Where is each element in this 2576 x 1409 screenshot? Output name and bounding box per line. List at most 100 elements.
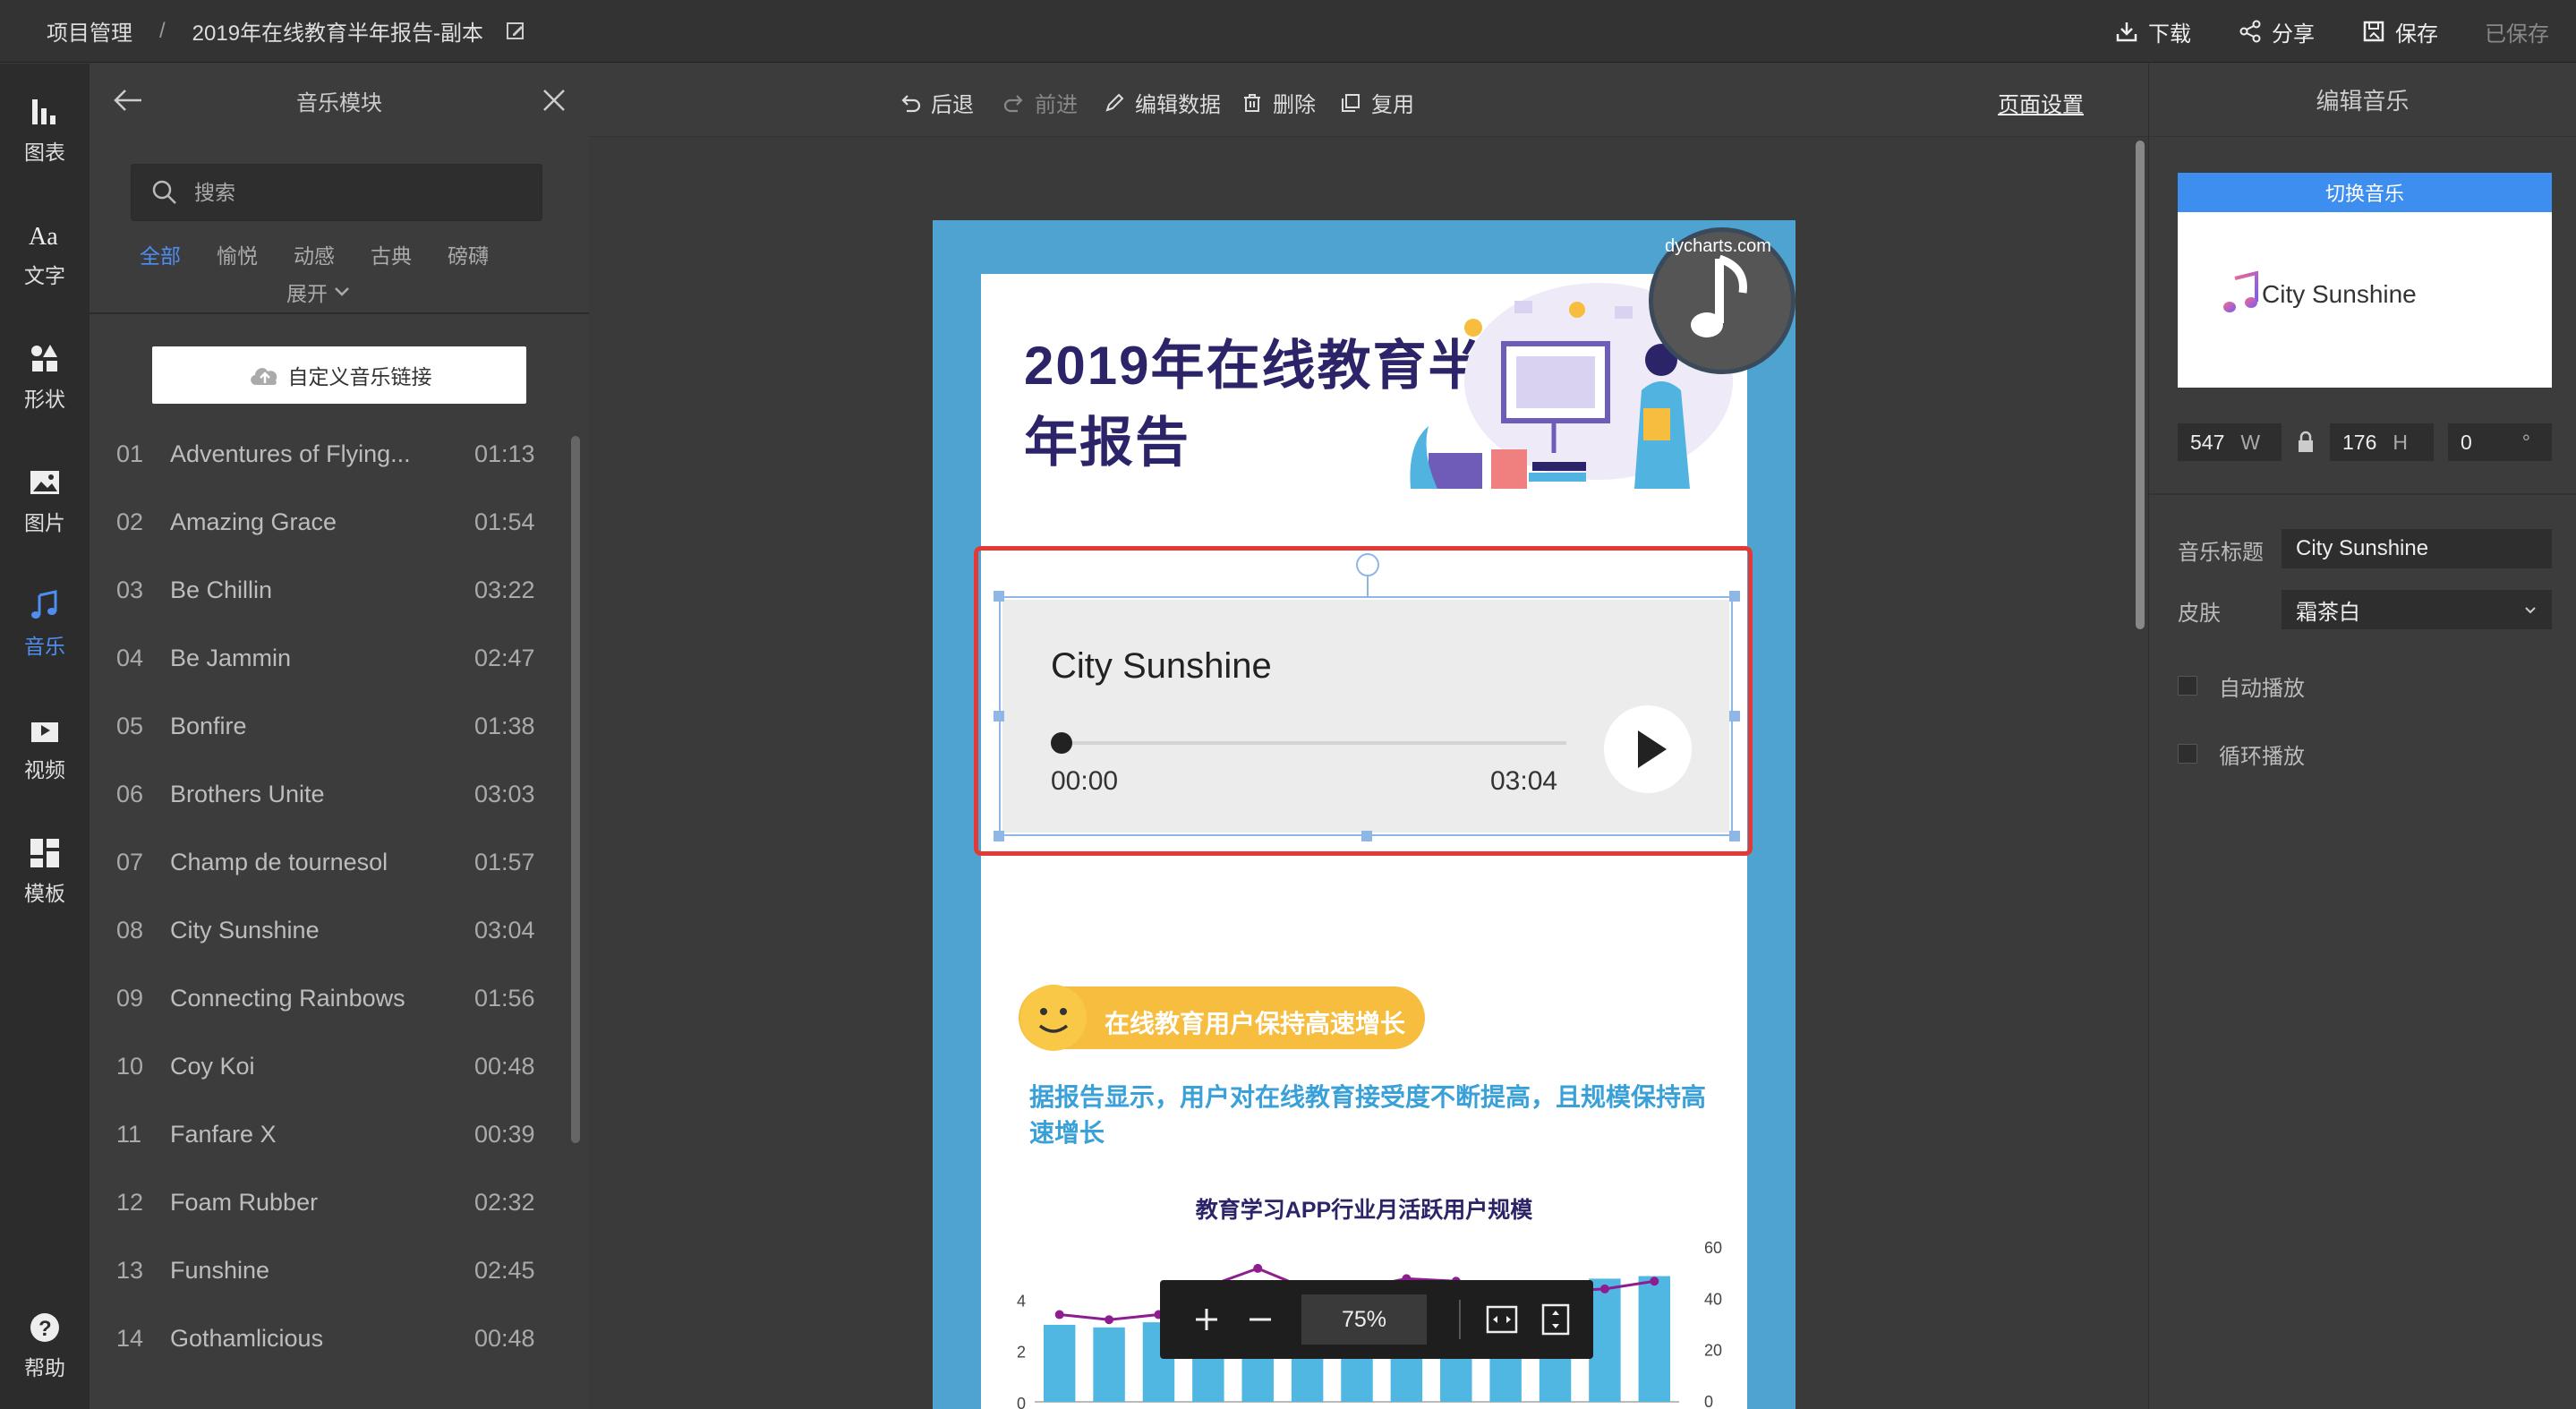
breadcrumb-project-management[interactable]: 项目管理 (47, 15, 132, 47)
skin-select[interactable]: 霜茶白 (2282, 590, 2552, 629)
chevron-down-icon (335, 287, 349, 296)
resize-handle-bottom-left[interactable] (994, 831, 1004, 841)
chart-bar (1589, 1278, 1621, 1402)
expand-categories[interactable]: 展开 (286, 277, 351, 307)
track-item[interactable]: 01 Adventures of Flying... 01:13 (90, 420, 573, 488)
resize-handle-bottom-right[interactable] (1729, 831, 1740, 841)
canvas-scrollbar[interactable] (2136, 141, 2145, 629)
fit-height-button[interactable] (1536, 1300, 1575, 1339)
page-settings-link[interactable]: 页面设置 (1998, 87, 2084, 118)
rail-item-help[interactable]: ? 帮助 (0, 1310, 90, 1408)
track-item[interactable]: 05 Bonfire 01:38 (90, 692, 573, 760)
rail-item-template[interactable]: 模板 (0, 835, 90, 934)
track-name: Champ de tournesol (170, 848, 388, 875)
edit-icon[interactable] (505, 21, 526, 42)
category-dynamic[interactable]: 动感 (294, 239, 335, 269)
track-item[interactable]: 12 Foam Rubber 02:32 (90, 1168, 573, 1236)
breadcrumb-separator: / (159, 18, 166, 43)
chart-line-point (1253, 1263, 1263, 1273)
music-panel-header: 音乐模块 (90, 64, 589, 137)
share-button[interactable]: 分享 (2238, 16, 2315, 47)
report-header: 2019年在线教育半年报告 (981, 274, 1747, 539)
left-rail: 图表 Aa 文字 形状 图片 音乐 视频 模板 ? 帮助 (0, 64, 90, 1409)
music-title-input[interactable]: City Sunshine (2282, 529, 2552, 568)
edit-data-button[interactable]: 编辑数据 (1103, 87, 1221, 118)
y-right-tick-label: 60 (1704, 1239, 1722, 1257)
category-majestic[interactable]: 磅礴 (448, 239, 489, 269)
rail-item-image[interactable]: 图片 (0, 465, 90, 563)
download-button[interactable]: 下载 (2114, 16, 2191, 47)
track-list-scrollbar[interactable] (571, 436, 580, 1143)
chart-bar (1093, 1327, 1125, 1402)
chart-line-point (1650, 1277, 1659, 1286)
track-item[interactable]: 09 Connecting Rainbows 01:56 (90, 964, 573, 1032)
track-item[interactable]: 07 Champ de tournesol 01:57 (90, 828, 573, 896)
track-item[interactable]: 08 City Sunshine 03:04 (90, 896, 573, 964)
zoom-out-button[interactable] (1241, 1300, 1280, 1339)
redo-button[interactable]: 前进 (1002, 87, 1078, 118)
custom-music-link-label: 自定义音乐链接 (287, 365, 432, 389)
fit-width-button[interactable] (1482, 1300, 1522, 1339)
save-button[interactable]: 保存 (2361, 16, 2438, 47)
track-item[interactable]: 04 Be Jammin 02:47 (90, 624, 573, 692)
track-item[interactable]: 11 Fanfare X 00:39 (90, 1100, 573, 1168)
zoom-in-button[interactable] (1187, 1300, 1226, 1339)
track-number: 05 (116, 712, 144, 739)
loop-checkbox[interactable] (2178, 744, 2197, 764)
search-box[interactable] (131, 164, 542, 221)
track-item[interactable]: 10 Coy Koi 00:48 (90, 1032, 573, 1100)
expand-label: 展开 (286, 282, 328, 305)
delete-button[interactable]: 删除 (1241, 87, 1316, 118)
fit-height-icon (1541, 1303, 1570, 1336)
rail-item-text[interactable]: Aa 文字 (0, 218, 90, 316)
track-number: 07 (116, 848, 144, 875)
track-duration: 01:56 (474, 984, 535, 1012)
chart-title[interactable]: 教育学习APP行业月活跃用户规模 (981, 1192, 1747, 1225)
artboard: 2019年在线教育半年报告 City Sunshine 00:00 03:04 … (933, 220, 1796, 1409)
category-joyful[interactable]: 愉悦 (217, 239, 258, 269)
custom-music-link-button[interactable]: 自定义音乐链接 (152, 346, 526, 404)
track-name: Amazing Grace (170, 508, 337, 535)
track-number: 09 (116, 984, 144, 1012)
width-field[interactable]: 547 W (2178, 423, 2282, 461)
rail-item-music[interactable]: 音乐 (0, 588, 90, 687)
undo-label: 后退 (931, 93, 974, 117)
track-item[interactable]: 14 Gothamlicious 00:48 (90, 1304, 573, 1372)
autoplay-checkbox[interactable] (2178, 676, 2197, 696)
resize-handle-bottom[interactable] (1361, 831, 1372, 841)
chart-line-point (1054, 1310, 1064, 1319)
category-all[interactable]: 全部 (140, 239, 181, 269)
lock-icon[interactable] (2296, 431, 2316, 454)
category-classical[interactable]: 古典 (371, 239, 412, 269)
report-sheet: 2019年在线教育半年报告 City Sunshine 00:00 03:04 … (974, 274, 1753, 1409)
rail-item-video[interactable]: 视频 (0, 712, 90, 810)
resize-handle-left[interactable] (994, 711, 1004, 722)
track-item[interactable]: 03 Be Chillin 03:22 (90, 556, 573, 624)
rail-item-chart[interactable]: 图表 (0, 94, 90, 192)
height-field[interactable]: 176 H (2330, 423, 2434, 461)
undo-button[interactable]: 后退 (899, 87, 974, 118)
rotation-handle[interactable] (1356, 553, 1379, 576)
close-icon[interactable] (541, 87, 567, 114)
track-item[interactable]: 02 Amazing Grace 01:54 (90, 488, 573, 556)
track-duration: 02:47 (474, 644, 535, 671)
resize-handle-right[interactable] (1729, 711, 1740, 722)
duplicate-button[interactable]: 复用 (1339, 87, 1414, 118)
search-input[interactable] (194, 180, 534, 205)
track-number: 03 (116, 576, 144, 603)
resize-handle-top-left[interactable] (994, 591, 1004, 602)
resize-handle-top-right[interactable] (1729, 591, 1740, 602)
lead-paragraph[interactable]: 据报告显示，用户对在线教育接受度不断提高，且规模保持高速增长 (1029, 1080, 1727, 1151)
zoom-level[interactable]: 75% (1301, 1294, 1427, 1345)
edit-data-label: 编辑数据 (1135, 93, 1221, 117)
rail-item-shape[interactable]: 形状 (0, 341, 90, 440)
y-left-tick-label: 0 (1017, 1395, 1026, 1409)
section-heading-pill[interactable]: 在线教育用户保持高速增长 (1019, 985, 1425, 1051)
arrow-left-icon[interactable] (113, 87, 143, 114)
rotation-field[interactable]: 0 ° (2448, 423, 2552, 461)
save-label: 保存 (2395, 21, 2438, 47)
track-name: Foam Rubber (170, 1188, 319, 1216)
track-item[interactable]: 13 Funshine 02:45 (90, 1236, 573, 1304)
track-item[interactable]: 06 Brothers Unite 03:03 (90, 760, 573, 828)
switch-music-button[interactable]: 切换音乐 (2178, 173, 2552, 212)
